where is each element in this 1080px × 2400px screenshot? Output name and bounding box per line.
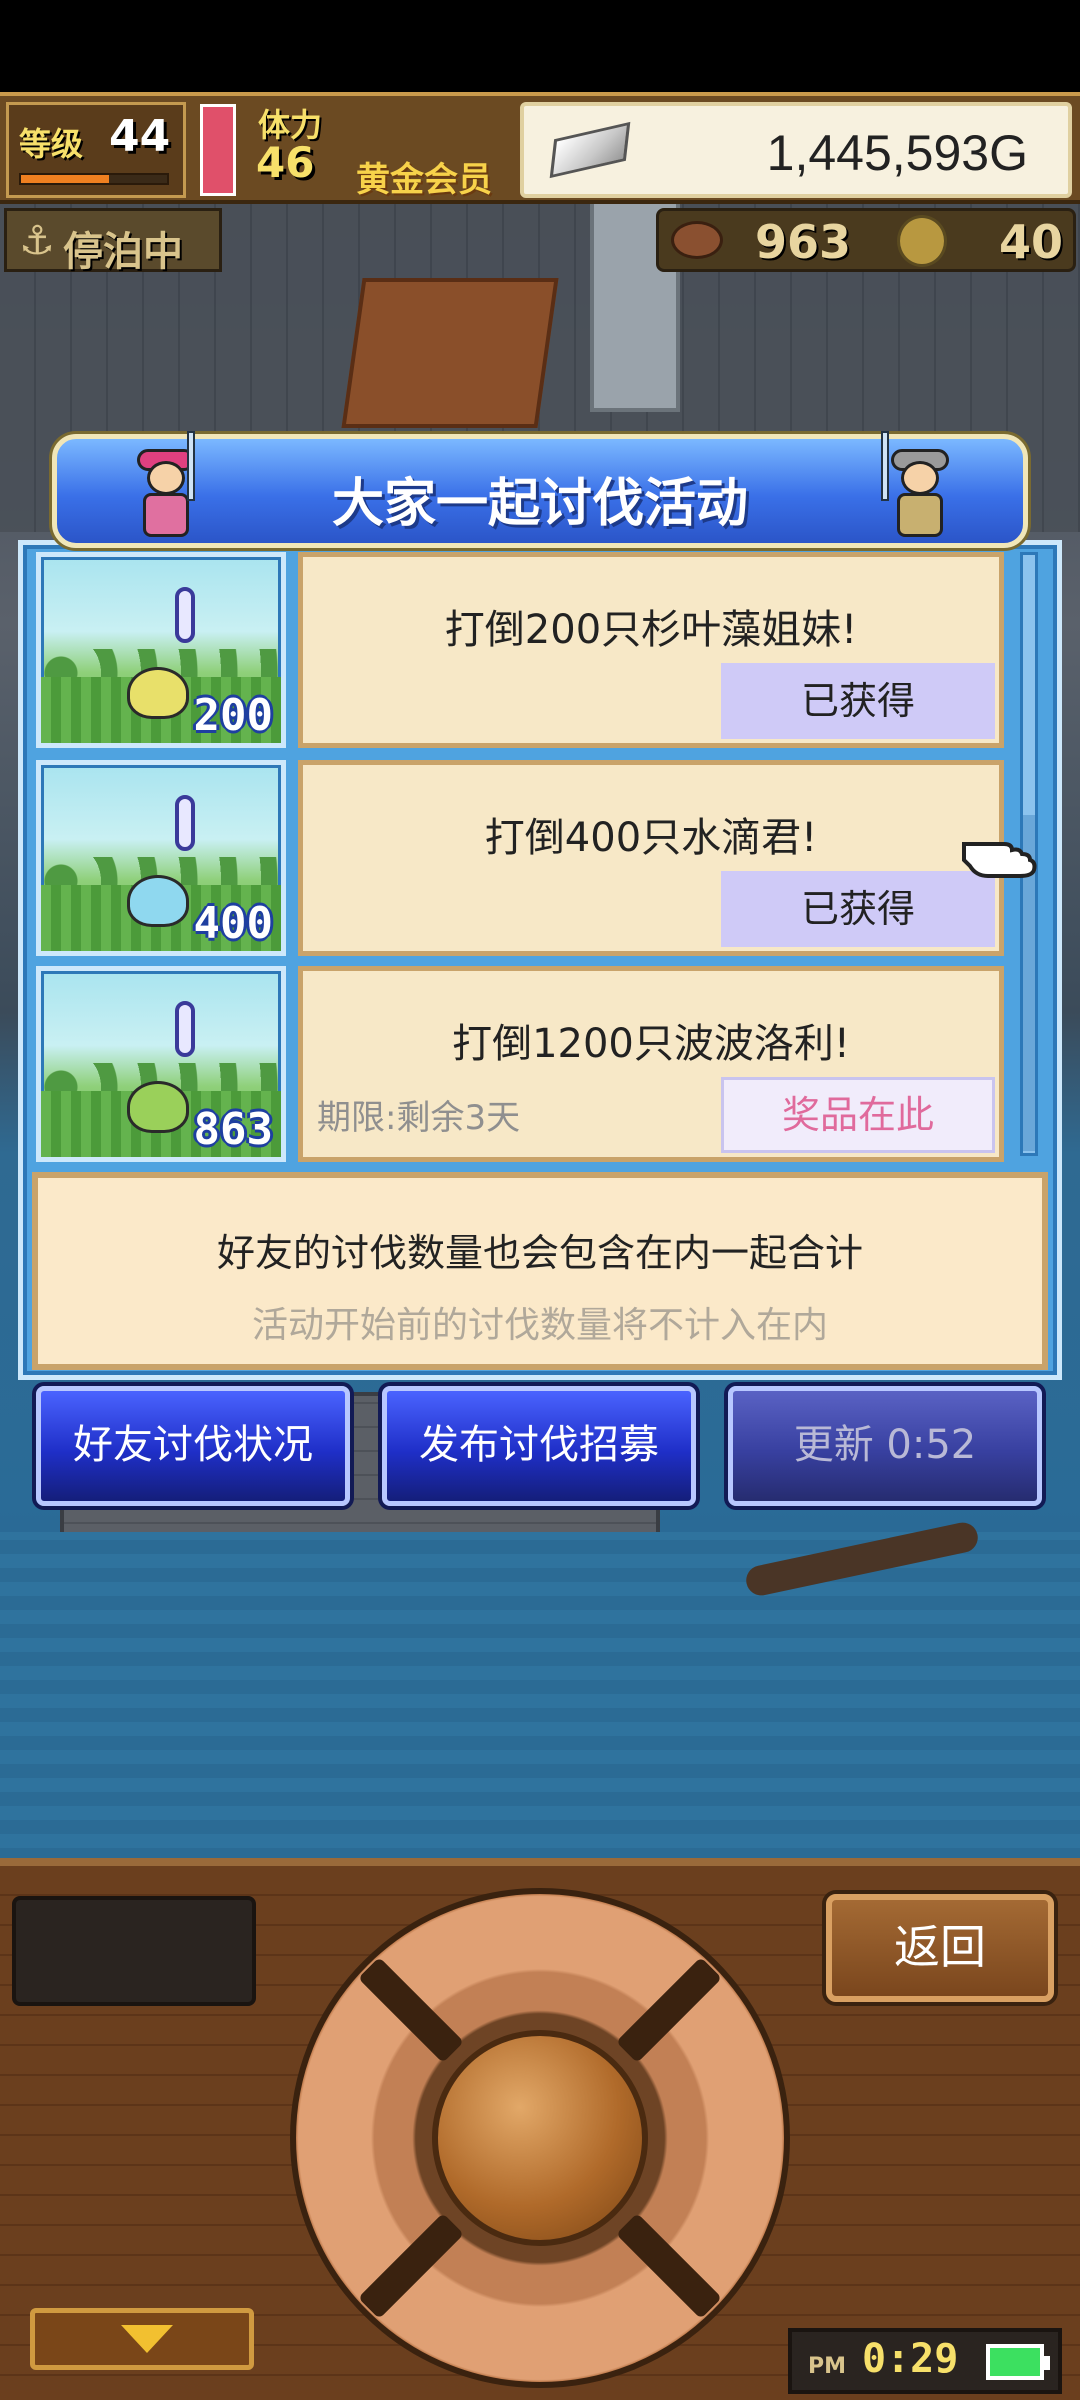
stamina-value: 46 [256, 138, 315, 187]
battery-level [990, 2348, 1040, 2376]
reward-obtained-badge: 已获得 [721, 871, 995, 947]
task-card: 打倒1200只波波洛利! 期限:剩余3天 奖品在此 [298, 966, 1004, 1162]
exclamation-icon [175, 587, 195, 643]
task-title: 打倒200只杉叶藻姐妹! [444, 607, 858, 653]
medal-icon [897, 215, 947, 267]
silver-ingot-icon [549, 121, 631, 179]
publish-recruit-button[interactable]: 发布讨伐招募 [382, 1386, 696, 1506]
meat-count: 963 [755, 215, 852, 269]
event-note: 好友的讨伐数量也会包含在内一起合计 活动开始前的讨伐数量将不计入在内 [32, 1172, 1048, 1370]
task-title: 打倒400只水滴君! [484, 815, 818, 861]
medal-count: 40 [998, 215, 1063, 269]
control-panel: 返回 PM 0:29 [0, 1858, 1080, 2400]
menu-down-button[interactable] [30, 2308, 254, 2370]
kill-count: 200 [193, 690, 273, 741]
task-thumbnail: 863 [36, 966, 286, 1162]
stamina-gauge-fill [203, 107, 233, 193]
exclamation-icon [175, 795, 195, 851]
popolori-icon [127, 1081, 189, 1133]
task-thumbnail: 200 [36, 552, 286, 748]
claim-reward-button[interactable]: 奖品在此 [721, 1077, 995, 1153]
knight-girl-icon [133, 431, 197, 545]
level-value: 44 [109, 111, 171, 162]
task-title: 打倒1200只波波洛利! [452, 1021, 850, 1067]
level-exp-bar [19, 173, 169, 185]
membership-badge: 黄金会员 [356, 160, 492, 200]
event-title-bar: 大家一起讨伐活动 [52, 431, 1028, 548]
stamina-gauge [200, 104, 236, 196]
task-thumbnail: 400 [36, 760, 286, 956]
note-main: 好友的讨伐数量也会包含在内一起合计 [216, 1231, 863, 1275]
exclamation-icon [175, 1001, 195, 1057]
sea [0, 1532, 1080, 1862]
pointing-hand-icon [962, 842, 1037, 878]
dpad-divider [357, 1956, 465, 2064]
list-item: 400 打倒400只水滴君! 已获得 [36, 760, 1004, 956]
level-panel: 等级 44 [6, 102, 186, 198]
secondary-status-bar: ⚓ 停泊中 963 40 [0, 204, 1080, 280]
clock-time: 0:29 [862, 2336, 959, 2382]
seaweed-sister-icon [127, 667, 189, 719]
resource-panel: 963 40 [656, 208, 1076, 272]
dpad[interactable] [290, 1888, 790, 2388]
docked-label: 停泊中 [63, 229, 183, 275]
clock-ampm: PM [808, 2354, 847, 2379]
task-deadline: 期限:剩余3天 [317, 1098, 521, 1138]
battery-icon [986, 2344, 1050, 2380]
water-drop-icon [127, 875, 189, 927]
docked-status: ⚓ 停泊中 [4, 208, 222, 275]
back-button[interactable]: 返回 [826, 1894, 1054, 2002]
task-card: 打倒200只杉叶藻姐妹! 已获得 [298, 552, 1004, 748]
kill-count: 863 [193, 1104, 273, 1155]
top-status-bar: 等级 44 体力 46 黄金会员 1,445,593G [0, 92, 1080, 204]
clock-panel: PM 0:29 [788, 2328, 1062, 2394]
note-sub: 活动开始前的讨伐数量将不计入在内 [251, 1305, 828, 1346]
triangle-down-icon [121, 2325, 173, 2353]
list-item: 200 打倒200只杉叶藻姐妹! 已获得 [36, 552, 1004, 748]
gold-panel: 1,445,593G [520, 102, 1072, 198]
swordsman-icon [881, 431, 951, 545]
reward-obtained-badge: 已获得 [721, 663, 995, 739]
task-card: 打倒400只水滴君! 已获得 [298, 760, 1004, 956]
level-label: 等级 [19, 125, 84, 163]
house-roof [341, 278, 559, 428]
event-title: 大家一起讨伐活动 [331, 474, 748, 534]
list-item: 863 打倒1200只波波洛利! 期限:剩余3天 奖品在此 [36, 966, 1004, 1162]
dpad-divider [615, 2212, 723, 2320]
dpad-center-button[interactable] [432, 2030, 648, 2246]
dpad-divider [615, 1956, 723, 2064]
refresh-button[interactable]: 更新 0:52 [728, 1386, 1042, 1506]
anchor-icon: ⚓ [19, 218, 55, 264]
dpad-divider [357, 2212, 465, 2320]
gold-amount: 1,445,593G [766, 125, 1028, 181]
kill-count: 400 [193, 898, 273, 949]
mini-screen [12, 1896, 256, 2006]
level-exp-bar-fill [21, 175, 109, 183]
friends-status-button[interactable]: 好友讨伐状况 [36, 1386, 350, 1506]
meat-icon [671, 221, 723, 259]
